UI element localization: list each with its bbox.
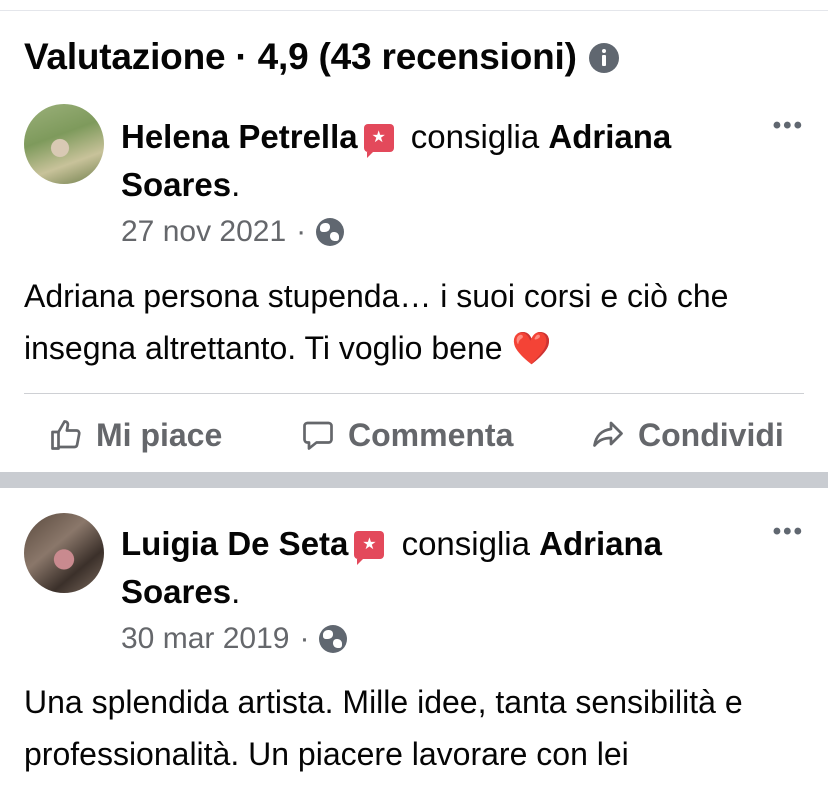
review-header: Helena Petrella consiglia Adriana Soares… [121, 113, 741, 209]
review-body: Una splendida artista. Mille idee, tanta… [24, 684, 743, 772]
globe-icon [316, 218, 345, 246]
like-icon [51, 420, 81, 450]
review-header: Luigia De Seta consiglia Adriana Soares. [121, 520, 741, 616]
comment-label: Commenta [348, 416, 514, 453]
comment-button[interactable]: Commenta [300, 395, 513, 475]
feed-separator [0, 472, 828, 488]
reviewer-name[interactable]: Helena Petrella [121, 118, 358, 155]
review-date[interactable]: 30 mar 2019 [121, 622, 289, 656]
separator-dot: · [296, 215, 307, 248]
period: . [231, 573, 241, 610]
info-icon[interactable] [588, 43, 619, 73]
more-options-icon[interactable]: ••• [773, 518, 804, 546]
review-text: Una splendida artista. Mille idee, tanta… [24, 676, 814, 780]
review-meta: 27 nov 2021 · [121, 215, 345, 249]
avatar[interactable] [24, 104, 104, 184]
comment-icon [303, 421, 333, 450]
heart-emoji: ❤️ [511, 330, 552, 366]
review-date[interactable]: 27 nov 2021 [121, 215, 286, 249]
review-body: Adriana persona stupenda… i suoi corsi e… [24, 278, 729, 366]
avatar[interactable] [24, 513, 104, 593]
ratings-header: Valutazione · 4,9 (43 recensioni) [24, 36, 619, 78]
like-button[interactable]: Mi piace [48, 395, 222, 475]
like-label: Mi piace [96, 416, 223, 453]
globe-icon [319, 625, 348, 653]
reviewer-name[interactable]: Luigia De Seta [121, 525, 348, 562]
recommend-verb: consiglia [401, 525, 530, 562]
recommend-icon [363, 124, 394, 158]
period: . [231, 166, 241, 203]
recommend-verb: consiglia [410, 118, 540, 155]
ratings-title: Valutazione · 4,9 (43 recensioni) [24, 36, 577, 77]
more-options-icon[interactable]: ••• [773, 112, 804, 140]
action-bar: Mi piace Commenta Condividi [0, 395, 828, 475]
separator-dot: · [299, 622, 310, 655]
share-label: Condividi [638, 416, 784, 453]
share-button[interactable]: Condividi [590, 395, 784, 475]
recommend-icon [354, 531, 385, 565]
share-icon [593, 421, 623, 447]
review-text: Adriana persona stupenda… i suoi corsi e… [24, 270, 814, 374]
review-meta: 30 mar 2019 · [121, 622, 348, 656]
actions-divider [24, 393, 804, 394]
top-divider [0, 10, 828, 11]
